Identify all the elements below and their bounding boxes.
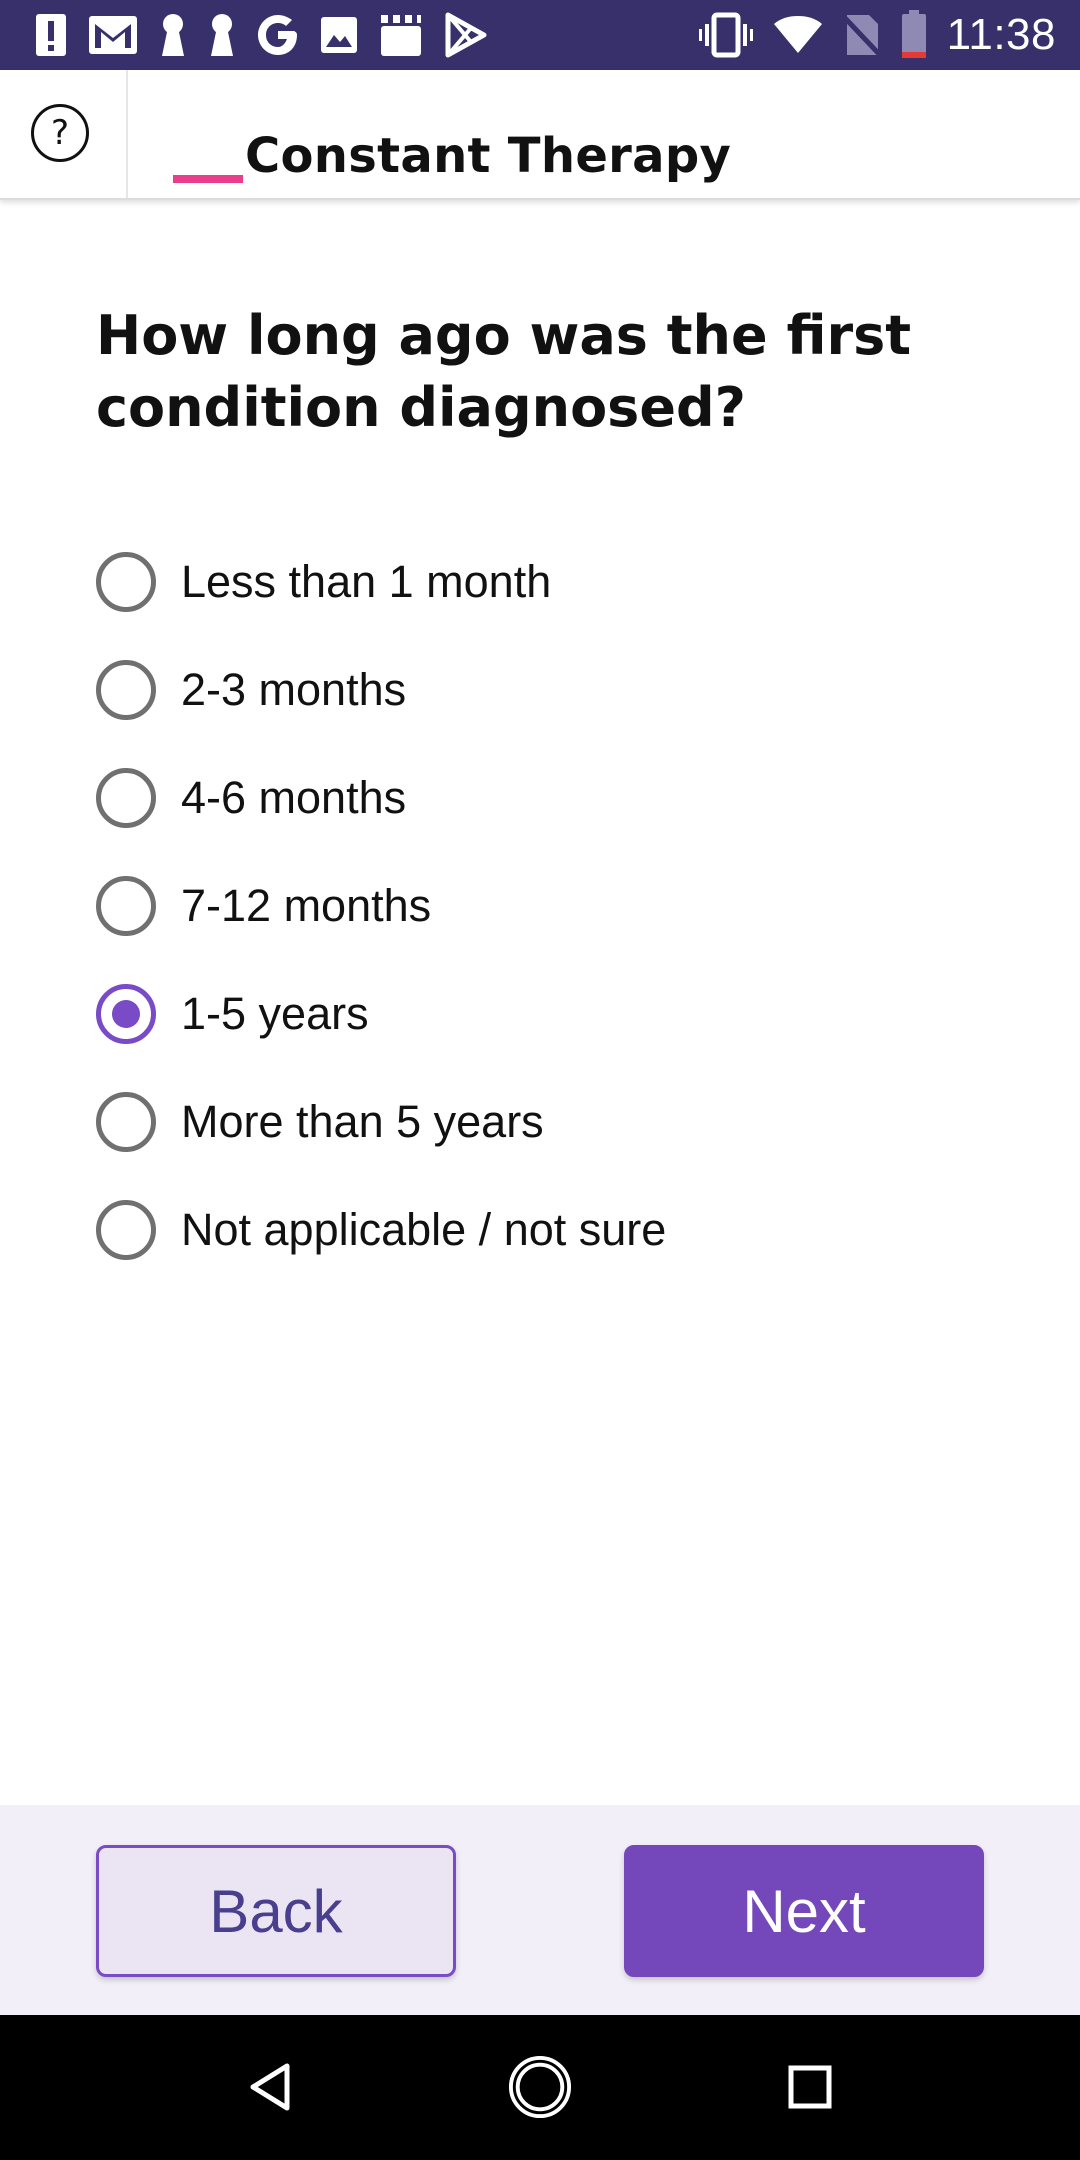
radio-button[interactable] [96,876,156,936]
question-mark-icon: ? [50,113,70,153]
answer-options: Less than 1 month 2-3 months 4-6 months … [96,528,996,1284]
status-time: 11:38 [946,10,1056,59]
option-not-applicable[interactable]: Not applicable / not sure [96,1176,996,1284]
recents-square-icon [788,2065,832,2109]
play-icon [445,12,487,58]
option-label: 2-3 months [181,664,407,715]
question-heading: How long ago was the first condition dia… [96,300,996,444]
option-label: Not applicable / not sure [181,1204,667,1255]
battery-low-icon [901,10,926,58]
option-label: 1-5 years [181,988,369,1039]
nav-home-button[interactable] [508,2055,572,2119]
option-label: Less than 1 month [181,556,552,607]
help-cell: ? [0,70,128,198]
back-button[interactable]: Back [96,1845,456,1977]
next-button[interactable]: Next [624,1845,984,1977]
option-4-6-months[interactable]: 4-6 months [96,744,996,852]
help-button[interactable]: ? [31,104,89,162]
wifi-icon [773,16,822,53]
system-nav-bar [0,2015,1080,2160]
option-1-5-years[interactable]: 1-5 years [96,960,996,1068]
option-label: 4-6 months [181,772,407,823]
home-circle-icon [508,2055,572,2119]
nav-recents-button[interactable] [778,2055,842,2119]
notification-icons [34,9,487,61]
radio-button[interactable] [96,1200,156,1260]
footer-actions: Back Next [0,1805,1080,2015]
radio-button[interactable] [96,660,156,720]
screen: 11:38 ? Constant Therapy How long ago wa… [0,0,1080,2160]
keyhole-icon [162,14,184,56]
option-label: 7-12 months [181,880,432,931]
no-sim-icon [842,15,881,56]
radio-button[interactable] [96,552,156,612]
nav-back-button[interactable] [238,2055,302,2119]
app-header: ? Constant Therapy [0,70,1080,200]
image-icon [321,17,357,53]
option-more-than-5-years[interactable]: More than 5 years [96,1068,996,1176]
calendar-icon [381,15,421,56]
vibrate-icon [698,12,753,58]
system-icons: 11:38 [698,9,1056,61]
brand-name: Constant Therapy [245,128,732,184]
back-triangle-icon [250,2063,290,2111]
question-emphasis: first [786,304,912,367]
brand-accent-underline [173,175,243,183]
alert-icon [36,14,66,56]
question-prefix: How long ago was the [96,304,787,367]
option-2-3-months[interactable]: 2-3 months [96,636,996,744]
google-icon [258,15,297,55]
radio-button[interactable] [96,1092,156,1152]
radio-button[interactable] [96,984,156,1044]
gmail-icon [89,16,137,54]
keyhole-icon [211,14,233,56]
radio-button[interactable] [96,768,156,828]
option-label: More than 5 years [181,1096,544,1147]
question-suffix: condition diagnosed? [96,376,746,439]
status-bar: 11:38 [0,0,1080,70]
option-7-12-months[interactable]: 7-12 months [96,852,996,960]
option-less-than-1-month[interactable]: Less than 1 month [96,528,996,636]
